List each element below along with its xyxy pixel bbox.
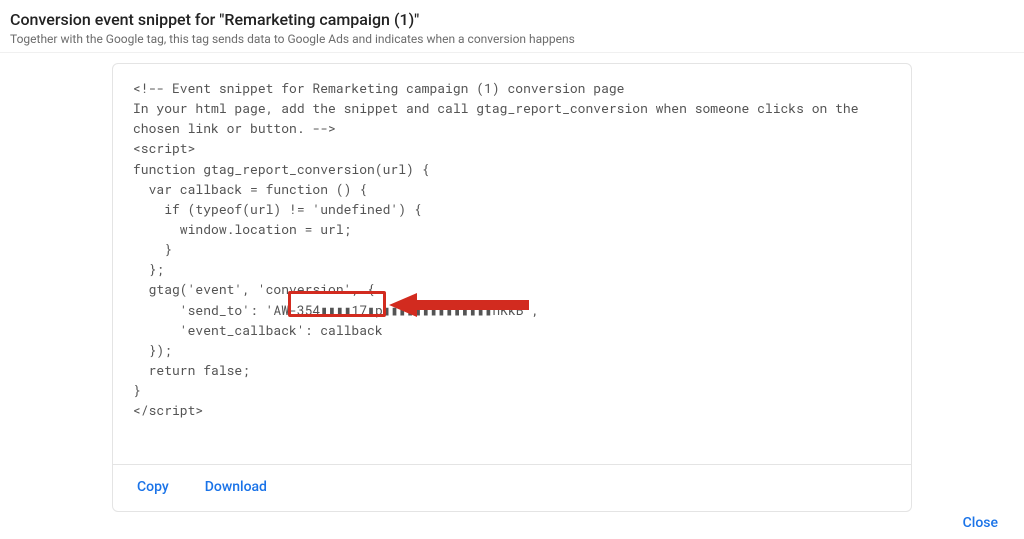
dialog-footer: Close [963, 512, 998, 531]
dialog-header: Conversion event snippet for "Remarketin… [0, 0, 1024, 53]
code-snippet[interactable]: <!-- Event snippet for Remarketing campa… [133, 78, 891, 420]
panel-actions: Copy Download [113, 464, 911, 511]
close-button[interactable]: Close [963, 515, 998, 531]
dialog-subtitle: Together with the Google tag, this tag s… [10, 32, 1014, 46]
copy-button[interactable]: Copy [137, 479, 169, 495]
download-button[interactable]: Download [205, 479, 267, 495]
dialog-title: Conversion event snippet for "Remarketin… [10, 10, 1014, 29]
snippet-panel: <!-- Event snippet for Remarketing campa… [112, 63, 912, 512]
dialog-body: <!-- Event snippet for Remarketing campa… [0, 53, 1024, 512]
code-container: <!-- Event snippet for Remarketing campa… [113, 64, 911, 464]
